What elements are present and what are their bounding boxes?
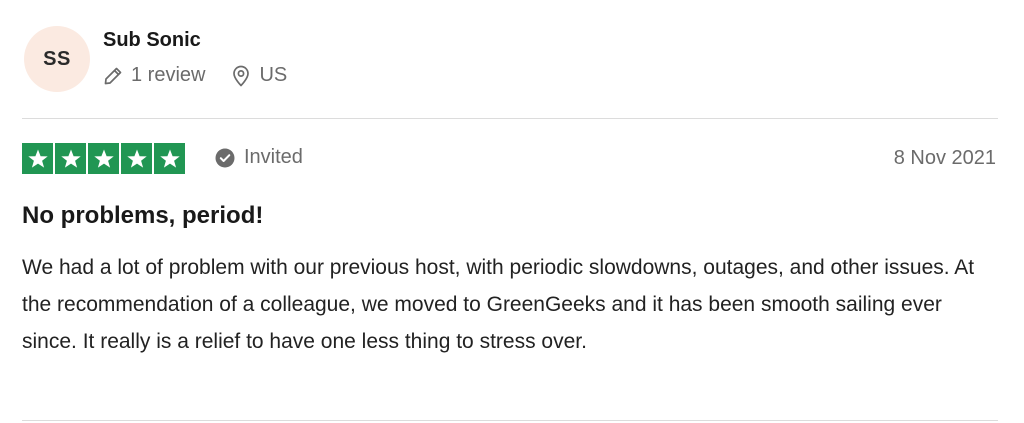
- avatar[interactable]: SS: [24, 26, 90, 92]
- review-card: SS Sub Sonic 1 review US Invited 8 Nov 2…: [22, 0, 998, 423]
- review-date: 8 Nov 2021: [893, 147, 996, 169]
- review-title[interactable]: No problems, period!: [22, 202, 263, 230]
- reviewer-name[interactable]: Sub Sonic: [103, 29, 201, 52]
- reviewer-location: US: [231, 64, 287, 87]
- star-rating: [22, 143, 185, 174]
- star-icon: [55, 143, 86, 174]
- review-body: We had a lot of problem with our previou…: [22, 256, 975, 353]
- location-pin-icon: [233, 65, 250, 86]
- pencil-icon: [104, 67, 122, 84]
- star-icon: [88, 143, 119, 174]
- avatar-initials: SS: [43, 47, 71, 70]
- header-divider: [22, 118, 998, 119]
- review-count-label: 1 review: [131, 64, 206, 86]
- invited-badge[interactable]: Invited: [215, 146, 303, 169]
- invited-label: Invited: [244, 146, 303, 168]
- star-icon: [22, 143, 53, 174]
- check-circle-icon: [215, 148, 235, 167]
- star-icon: [154, 143, 185, 174]
- reviewer-meta: 1 review US: [103, 64, 287, 87]
- country-label: US: [259, 64, 288, 86]
- footer-divider: [22, 420, 998, 421]
- review-count: 1 review: [103, 64, 205, 87]
- star-icon: [121, 143, 152, 174]
